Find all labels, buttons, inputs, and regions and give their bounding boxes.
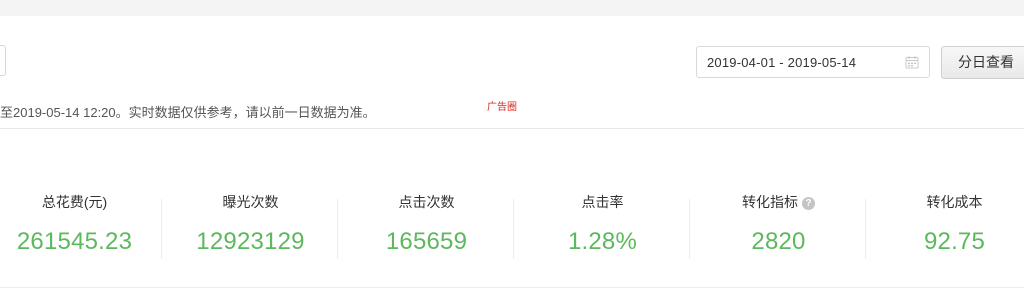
- realtime-data-notice: 至2019-05-14 12:20。实时数据仅供参考，请以前一日数据为准。: [0, 105, 376, 120]
- metric-value: 12923129: [196, 228, 305, 255]
- metric-clicks: 点击次数 165659: [338, 186, 515, 266]
- bottom-divider: [0, 287, 1024, 288]
- metric-label: 转化成本: [926, 194, 983, 210]
- metric-label: 曝光次数: [222, 194, 279, 210]
- metric-conversion-cost: 转化成本 92.75: [866, 186, 1024, 266]
- metric-click-rate: 点击率 1.28%: [514, 186, 691, 266]
- day-view-button[interactable]: 分日查看: [941, 46, 1024, 79]
- metric-conversions: 转化指标? 2820: [690, 186, 867, 266]
- date-range-value: 2019-04-01 - 2019-05-14: [707, 55, 857, 70]
- section-divider: [0, 128, 1024, 129]
- metric-value: 165659: [385, 228, 468, 255]
- metric-value: 261545.23: [16, 228, 133, 255]
- metric-label: 点击次数: [398, 194, 455, 210]
- metric-total-cost: 总花费(元) 261545.23: [0, 186, 163, 266]
- metric-label: 点击率: [581, 194, 624, 210]
- metric-value: 1.28%: [567, 228, 638, 255]
- metric-value: 92.75: [923, 228, 986, 255]
- date-range-picker[interactable]: 2019-04-01 - 2019-05-14: [696, 46, 930, 78]
- metric-impressions: 曝光次数 12923129: [162, 186, 339, 266]
- question-circle-icon[interactable]: ?: [802, 197, 815, 210]
- ad-tag-label: 广告圈: [487, 102, 517, 113]
- metric-label-row: 转化指标?: [690, 192, 867, 212]
- metric-label: 转化指标: [742, 194, 798, 210]
- top-background-strip: [0, 0, 1024, 16]
- metric-label: 总花费(元): [41, 194, 108, 210]
- filter-input-edge[interactable]: [0, 45, 6, 76]
- metric-value: 2820: [751, 228, 806, 255]
- report-panel: 2019-04-01 - 2019-05-14 分日查看 至2019-05-14…: [0, 16, 1024, 298]
- calendar-icon: [905, 56, 919, 69]
